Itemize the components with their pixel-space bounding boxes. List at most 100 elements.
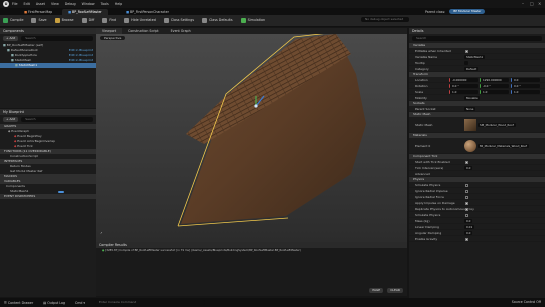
class-defaults-icon [202, 17, 208, 23]
minimize-icon[interactable]: – [522, 1, 524, 6]
toolbar-button-class-settings[interactable]: Class Settings [163, 17, 194, 24]
material-value[interactable]: MI_Modular_Materials_Wood_Roof [478, 144, 529, 148]
transform-y-field[interactable]: -0.0 ° [480, 84, 509, 88]
console-placeholder: Enter Console Command [98, 300, 137, 304]
editable-inherited-checkbox[interactable] [465, 49, 468, 53]
toolbar-button-find[interactable]: Find [102, 17, 116, 24]
property-value[interactable]: 0.0 [464, 166, 473, 170]
content-drawer-button[interactable]: ☰ Content Drawer [4, 301, 33, 305]
play-icon [240, 17, 246, 23]
component-tree-item[interactable]: ■ StaticMesh1 [0, 63, 96, 68]
section-label: Component Tick [413, 154, 438, 158]
row-value[interactable]: StaticMesh1 [464, 55, 486, 59]
toolbar-button-hide-unrelated[interactable]: Hide Unrelated [124, 17, 156, 24]
toolbar-button-label: Diff [88, 18, 95, 22]
maximize-icon[interactable]: □ [530, 1, 534, 6]
property-checkbox[interactable] [465, 189, 468, 193]
source-control-status[interactable]: Source Control Off [512, 300, 541, 304]
toolbar-buttons: Compile Save Browse Diff Find Hide Unrelated C… [3, 17, 265, 24]
debug-filter-dropdown[interactable]: No debug object selected [361, 17, 409, 22]
section-label: FUNCTIONS (11 OVERRIDABLE) [4, 149, 51, 153]
viewport-scene[interactable]: ↗ [96, 34, 407, 242]
property-checkbox[interactable] [465, 201, 468, 205]
tab-label: Viewport [102, 29, 117, 33]
menu-help[interactable]: Help [115, 2, 123, 6]
item-label: Components [6, 184, 25, 188]
material-thumbnail[interactable] [464, 140, 476, 152]
menu-file[interactable]: File [12, 2, 18, 6]
mobility-value[interactable]: Movable [464, 96, 480, 100]
tab-label: BP_FirstPersonCharacter [130, 10, 169, 14]
toolbar-button-label: Class Defaults [209, 18, 233, 22]
toolbar-button-label: Save [38, 18, 47, 22]
console-command-input[interactable]: Enter Console Command [94, 300, 205, 305]
tab-construction-script[interactable]: Construction Script [122, 28, 165, 34]
close-icon[interactable]: × [538, 1, 541, 6]
menu-tools[interactable]: Tools [101, 2, 109, 6]
property-checkbox[interactable] [465, 160, 468, 164]
property-checkbox[interactable] [465, 213, 468, 217]
property-value[interactable]: 0.01 [464, 225, 475, 229]
my-blueprint-search-input[interactable]: Search [21, 117, 93, 122]
gizmo-pivot[interactable] [254, 104, 258, 108]
row-value[interactable]: Default [464, 67, 479, 71]
row-value[interactable] [464, 61, 468, 65]
toolbar-button-class-defaults[interactable]: Class Defaults [202, 17, 233, 24]
clear-button[interactable]: CLEAR [387, 288, 403, 293]
property-row: Enable Gravity [409, 236, 545, 242]
property-value[interactable]: 0.0 [464, 219, 473, 223]
transform-y-field[interactable]: 1.0 [480, 90, 509, 94]
output-log-button[interactable]: ▤ Output Log [43, 301, 65, 305]
toolbar-button-save[interactable]: Save [31, 17, 47, 24]
static-mesh-row: Static Mesh SM_Modular_Wood_Roof [409, 117, 545, 133]
details-panel: Details Search Variable Editable when In… [409, 28, 545, 298]
components-search-input[interactable]: Search [21, 36, 93, 41]
view-mode-button[interactable]: Perspective [100, 36, 126, 41]
row-label: Mass (kg) [415, 219, 430, 223]
property-checkbox[interactable] [465, 183, 468, 187]
section-label: INTERFACES [4, 159, 23, 163]
menu-edit[interactable]: Edit [24, 2, 30, 6]
add-member-button[interactable]: + Add [3, 117, 19, 122]
menu-window[interactable]: Window [82, 2, 95, 6]
transform-y-field[interactable]: 1290.000000 [480, 78, 509, 82]
event-dispatchers-section[interactable]: EVENT DISPATCHERS [0, 194, 96, 199]
transform-z-field[interactable]: 0.0 [511, 78, 540, 82]
property-checkbox[interactable] [465, 195, 468, 199]
toolbar-button-simulation[interactable]: Simulation [240, 17, 265, 24]
tab-viewport[interactable]: Viewport [96, 28, 123, 34]
row-label: Ignore Radial Impulse [415, 189, 448, 193]
toolbar-button-diff[interactable]: Diff [81, 17, 95, 24]
property-row: Advanced [409, 171, 545, 177]
viewport-panel[interactable]: Viewport Construction Script Event Graph… [96, 28, 407, 242]
list-item[interactable]: StaticMesh1 [0, 189, 96, 194]
page-button[interactable]: PAGE [369, 288, 384, 293]
property-checkbox[interactable] [465, 207, 468, 211]
menu-view[interactable]: View [51, 2, 59, 6]
my-blueprint-panel: My Blueprint + Add Search GRAPHS ◆ Event… [0, 109, 96, 297]
menu-debug[interactable]: Debug [65, 2, 76, 6]
graphs-list: ◆ EventGraph ◆ Event BeginPlay ◆ Event Act… [0, 129, 96, 149]
mesh-thumbnail[interactable] [464, 119, 476, 131]
details-search-input[interactable]: Search [412, 36, 542, 41]
transform-x-field[interactable]: -0.000000 [449, 78, 478, 82]
tab-event-graph[interactable]: Event Graph [165, 28, 197, 34]
static-mesh-value[interactable]: SM_Modular_Wood_Roof [478, 123, 516, 127]
toolbar-button-browse[interactable]: Browse [54, 17, 74, 24]
cmd-dropdown[interactable]: Cmd ▾ [75, 301, 85, 305]
item-label: Event BeginPlay [17, 134, 42, 138]
property-checkbox[interactable] [465, 237, 468, 241]
transform-z-field[interactable]: 1.0 [511, 90, 540, 94]
parent-socket-value[interactable]: None [464, 107, 476, 111]
parent-class-value[interactable]: BP Modular Master [449, 9, 486, 14]
transform-x-field[interactable]: 0.0 ° [449, 84, 478, 88]
menu-asset[interactable]: Asset [36, 2, 45, 6]
transform-x-field[interactable]: 1.0 [449, 90, 478, 94]
unreal-logo-icon[interactable]: U [3, 1, 9, 7]
toolbar-button-compile[interactable]: Compile [3, 17, 23, 24]
material-element-row: Element 0 MI_Modular_Materials_Wood_Roof [409, 138, 545, 154]
transform-z-field[interactable]: 0.0 ° [511, 84, 540, 88]
row-label: Linear Damping [415, 225, 439, 229]
add-component-button[interactable]: + Add [3, 36, 19, 41]
property-value[interactable]: 0.0 [464, 231, 473, 235]
